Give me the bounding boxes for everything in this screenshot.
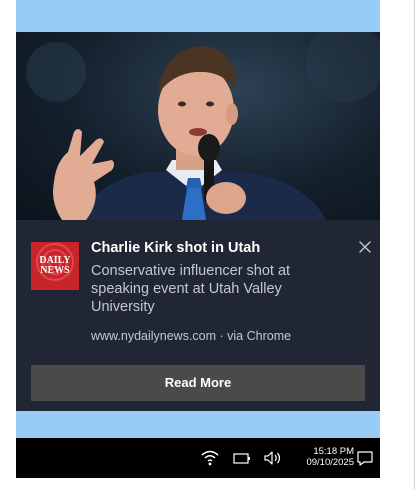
window-edge xyxy=(414,0,415,490)
battery-icon[interactable] xyxy=(232,449,252,467)
clock-date: 09/10/2025 xyxy=(306,457,354,468)
notification-icon[interactable] xyxy=(355,449,375,467)
logo-lettering: DAILY NEWS xyxy=(39,255,71,276)
desktop-background-bottom xyxy=(16,411,380,438)
clock-time: 15:18 PM xyxy=(313,446,354,457)
notification-hero-image xyxy=(16,32,380,220)
notification-body: Conservative influencer shot at speaking… xyxy=(91,263,291,315)
taskbar-clock[interactable]: 15:18 PM 09/10/2025 xyxy=(284,446,354,468)
taskbar: 15:18 PM 09/10/2025 xyxy=(16,438,380,478)
notification-title: Charlie Kirk shot in Utah xyxy=(91,240,261,256)
read-more-button[interactable]: Read More xyxy=(31,365,365,401)
wifi-icon[interactable] xyxy=(200,449,220,467)
close-icon[interactable] xyxy=(354,236,376,258)
volume-icon[interactable] xyxy=(262,449,282,467)
notification-attribution: www.nydailynews.com · via Chrome xyxy=(91,329,292,343)
desktop-background xyxy=(16,0,380,32)
daily-news-logo: DAILY NEWS xyxy=(31,242,79,290)
notification-toast[interactable]: DAILY NEWS Charlie Kirk shot in Utah Con… xyxy=(16,32,380,411)
